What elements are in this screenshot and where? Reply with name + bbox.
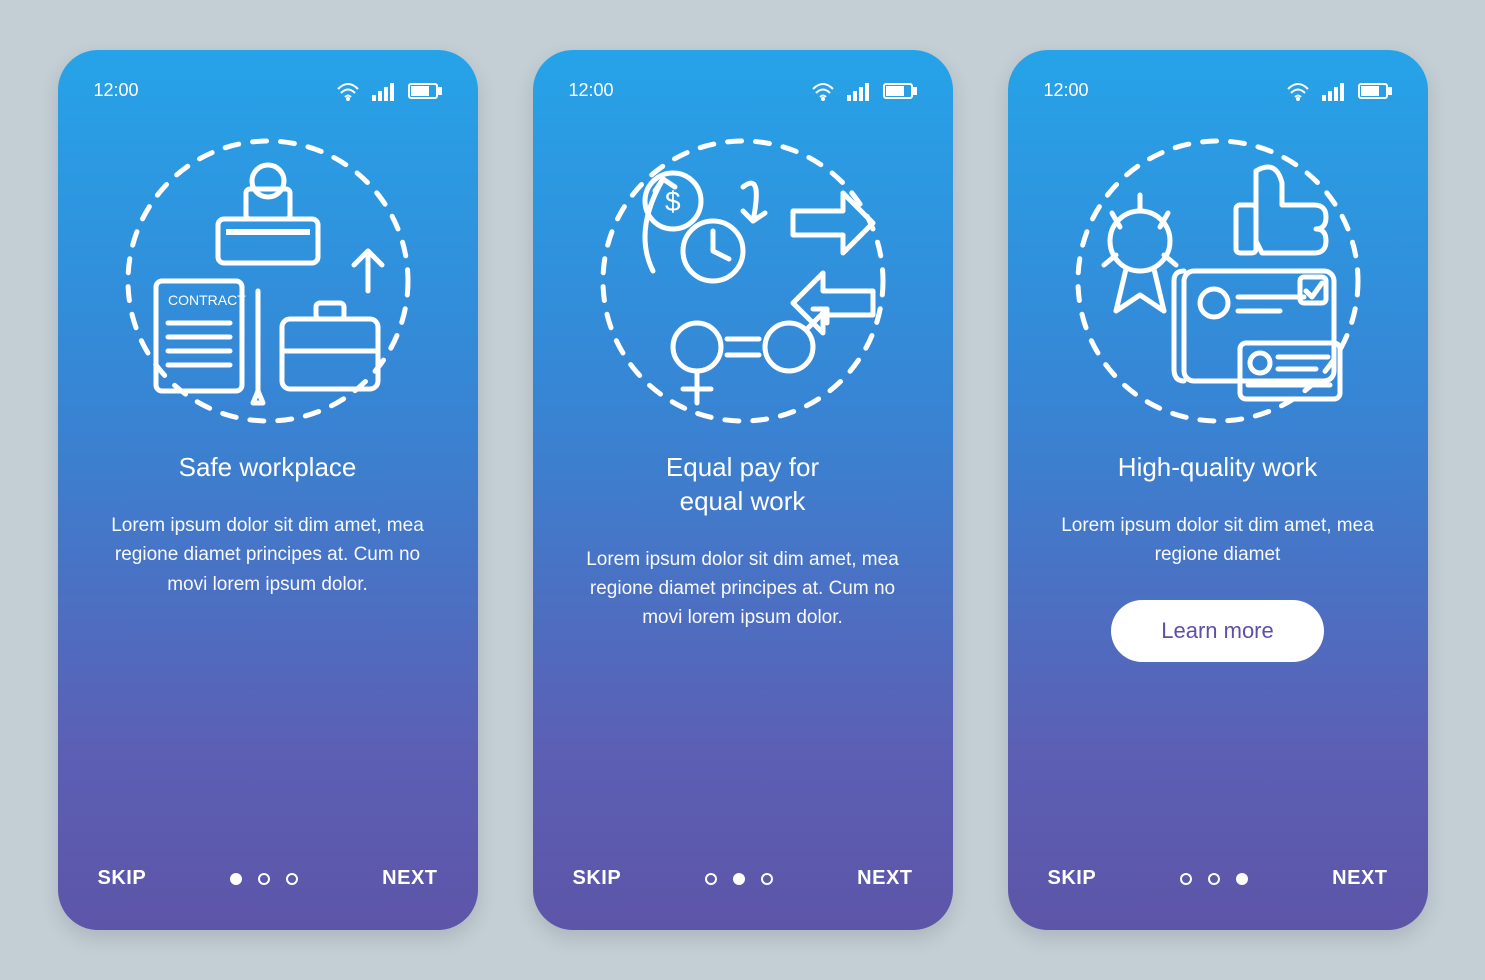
status-time: 12:00 <box>94 80 139 101</box>
learn-more-button[interactable]: Learn more <box>1111 600 1324 662</box>
dot-2[interactable] <box>1208 873 1220 885</box>
svg-text:$: $ <box>665 186 681 217</box>
dot-1[interactable] <box>230 873 242 885</box>
battery-icon <box>883 81 917 101</box>
status-icons <box>336 81 442 101</box>
status-bar: 12:00 <box>563 80 923 121</box>
status-bar: 12:00 <box>88 80 448 121</box>
dot-3[interactable] <box>286 873 298 885</box>
skip-button[interactable]: SKIP <box>98 867 147 890</box>
equal-pay-illustration: $ <box>593 131 893 431</box>
battery-icon <box>408 81 442 101</box>
screen-title: Safe workplace <box>100 451 436 485</box>
signal-icon <box>1322 81 1346 101</box>
next-button[interactable]: NEXT <box>1332 867 1387 890</box>
quality-work-illustration <box>1068 131 1368 431</box>
contract-label: CONTRACT <box>168 292 246 308</box>
dot-3[interactable] <box>1236 873 1248 885</box>
skip-button[interactable]: SKIP <box>573 867 622 890</box>
dot-2[interactable] <box>733 873 745 885</box>
page-indicator <box>1180 873 1248 885</box>
content-area: High-quality work Lorem ipsum dolor sit … <box>1038 451 1398 867</box>
dot-1[interactable] <box>705 873 717 885</box>
next-button[interactable]: NEXT <box>857 867 912 890</box>
dot-2[interactable] <box>258 873 270 885</box>
onboarding-screen-2: 12:00 $ Equal pay for equal work <box>533 50 953 930</box>
status-time: 12:00 <box>569 80 614 101</box>
status-time: 12:00 <box>1044 80 1089 101</box>
screen-title: High-quality work <box>1050 451 1386 485</box>
status-icons <box>1286 81 1392 101</box>
signal-icon <box>372 81 396 101</box>
page-indicator <box>705 873 773 885</box>
onboarding-screen-1: 12:00 CONTRACT S <box>58 50 478 930</box>
screen-body: Lorem ipsum dolor sit dim amet, mea regi… <box>1050 511 1386 570</box>
footer-nav: SKIP NEXT <box>1038 867 1398 890</box>
dot-1[interactable] <box>1180 873 1192 885</box>
status-bar: 12:00 <box>1038 80 1398 121</box>
screen-title: Equal pay for equal work <box>575 451 911 519</box>
page-indicator <box>230 873 298 885</box>
footer-nav: SKIP NEXT <box>88 867 448 890</box>
wifi-icon <box>336 81 360 101</box>
wifi-icon <box>1286 81 1310 101</box>
footer-nav: SKIP NEXT <box>563 867 923 890</box>
skip-button[interactable]: SKIP <box>1048 867 1097 890</box>
screen-body: Lorem ipsum dolor sit dim amet, mea regi… <box>100 511 436 599</box>
safe-workplace-illustration: CONTRACT <box>118 131 418 431</box>
next-button[interactable]: NEXT <box>382 867 437 890</box>
onboarding-screen-3: 12:00 High-qual <box>1008 50 1428 930</box>
wifi-icon <box>811 81 835 101</box>
status-icons <box>811 81 917 101</box>
signal-icon <box>847 81 871 101</box>
content-area: Equal pay for equal work Lorem ipsum dol… <box>563 451 923 867</box>
dot-3[interactable] <box>761 873 773 885</box>
content-area: Safe workplace Lorem ipsum dolor sit dim… <box>88 451 448 867</box>
screen-body: Lorem ipsum dolor sit dim amet, mea regi… <box>575 545 911 633</box>
battery-icon <box>1358 81 1392 101</box>
